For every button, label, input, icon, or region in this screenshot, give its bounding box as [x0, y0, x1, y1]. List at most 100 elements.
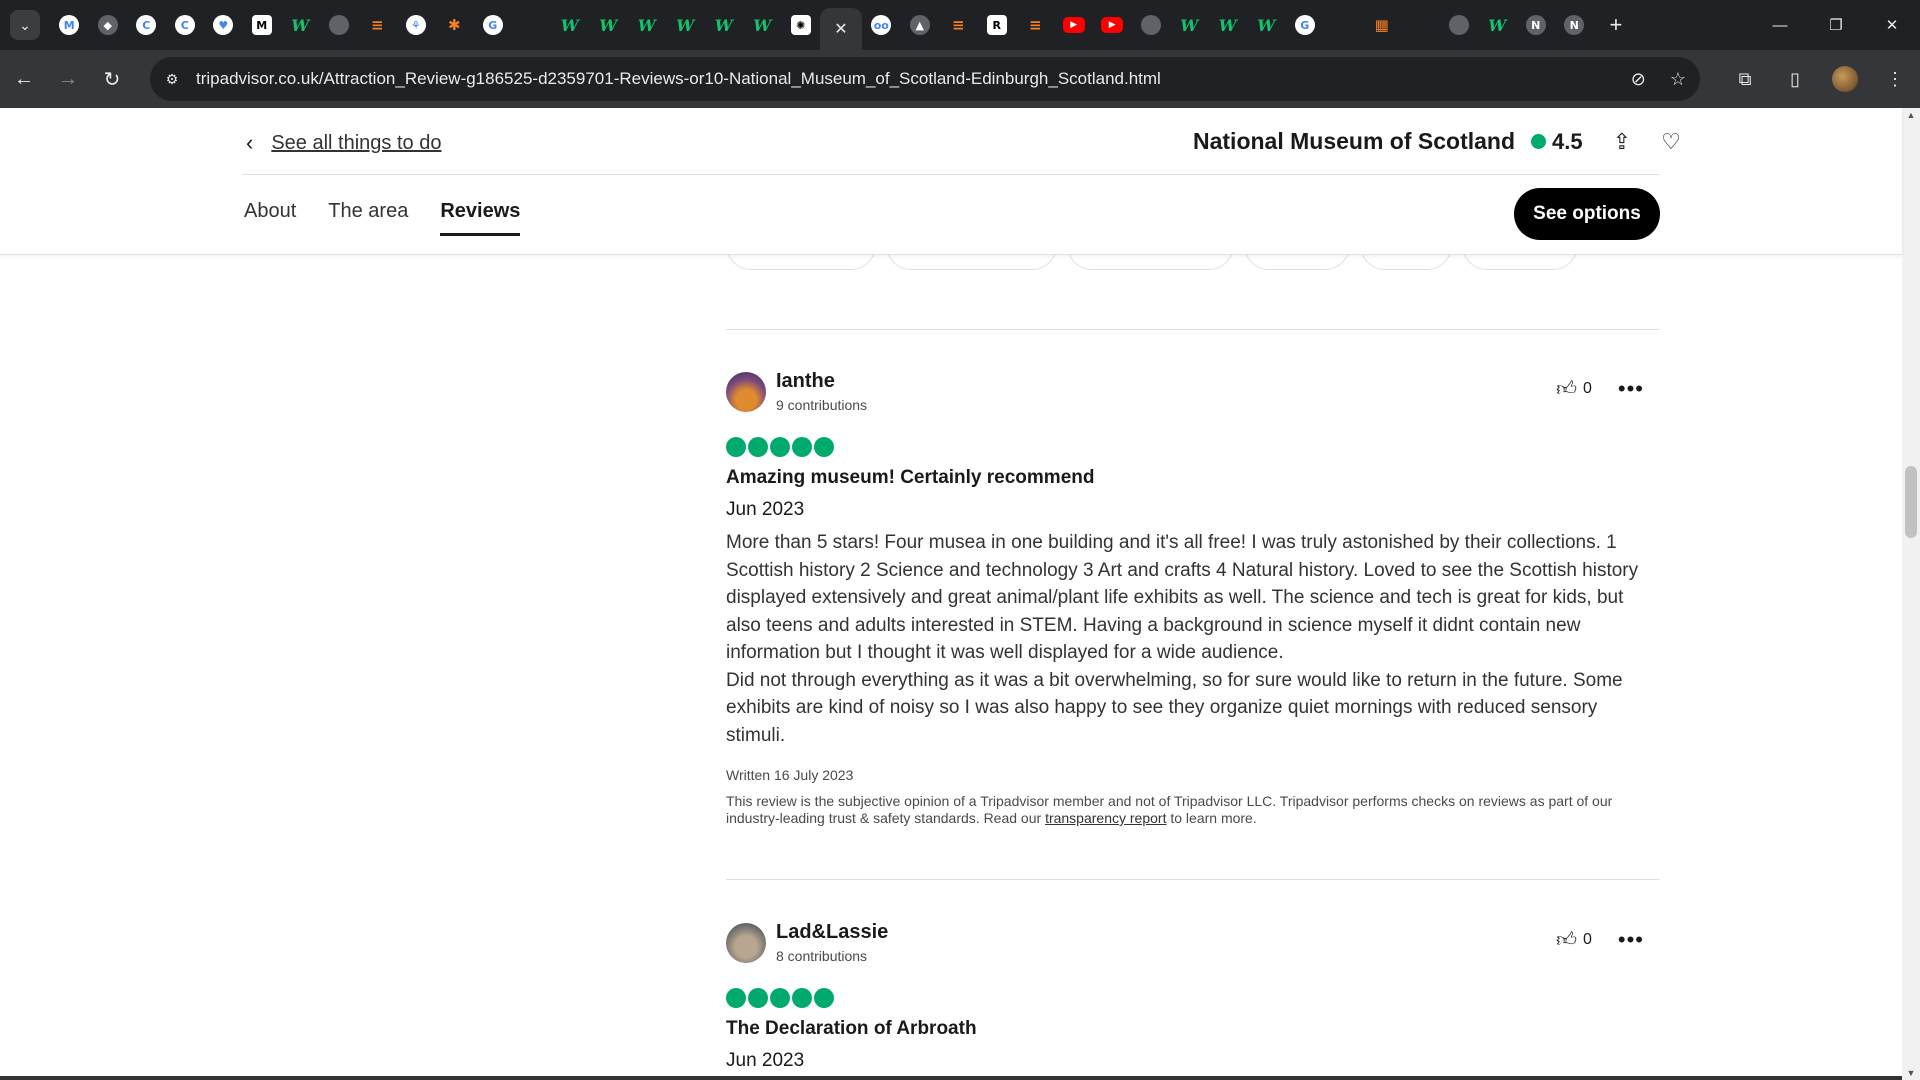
tab-about[interactable]: About [244, 200, 296, 236]
browser-tab[interactable]: R [978, 0, 1017, 50]
browser-tab[interactable]: W [705, 0, 744, 50]
browser-tab[interactable]: W [1209, 0, 1248, 50]
browser-tab[interactable]: ⚘ [397, 0, 436, 50]
m-icon: M [251, 15, 272, 35]
browser-tab[interactable]: ≡ [939, 0, 978, 50]
reviewer: Lad&Lassie 8 contributions [726, 921, 1660, 964]
url-text[interactable]: tripadvisor.co.uk/Attraction_Review-g186… [196, 69, 1161, 89]
browser-tab[interactable]: ♥ [204, 0, 243, 50]
new-tab-button[interactable]: + [1610, 12, 1623, 38]
w-icon: W [714, 15, 733, 35]
w-icon: W [1218, 15, 1237, 35]
rating-bubble-icon [814, 437, 834, 457]
browser-tab[interactable] [320, 0, 359, 50]
stack-icon: ≡ [951, 16, 965, 34]
browser-tab[interactable]: ▦ [1363, 0, 1402, 50]
browser-tab[interactable]: ✺ [782, 0, 821, 50]
scrollbar-thumb[interactable] [1905, 466, 1917, 538]
more-options-icon[interactable]: ••• [1618, 927, 1644, 953]
reviewer-name[interactable]: Lad&Lassie [776, 921, 888, 944]
browser-tab[interactable]: W [1247, 0, 1286, 50]
side-panel-icon[interactable]: ▯ [1770, 69, 1820, 90]
triangle-icon: ▲ [909, 15, 930, 35]
back-button[interactable]: ← [4, 59, 44, 99]
browser-tab[interactable]: N [1555, 0, 1594, 50]
reviewer-name[interactable]: Ianthe [776, 370, 867, 393]
browser-tab[interactable]: C [127, 0, 166, 50]
reload-button[interactable]: ↻ [92, 59, 132, 99]
ring-icon [1333, 15, 1353, 35]
sticky-header: ‹ See all things to do National Museum o… [0, 108, 1902, 255]
see-options-button[interactable]: See options [1514, 188, 1660, 240]
browser-tab-active[interactable]: ✕ [820, 8, 862, 50]
browser-tab[interactable]: ✱ [435, 0, 474, 50]
browser-tab[interactable]: W [1478, 0, 1517, 50]
more-options-icon[interactable]: ••• [1618, 376, 1644, 402]
browser-tab[interactable] [1440, 0, 1479, 50]
bookmark-star-icon[interactable]: ☆ [1670, 69, 1686, 90]
avatar[interactable] [726, 371, 766, 412]
review-title[interactable]: Amazing museum! Certainly recommend [726, 467, 1660, 489]
browser-tab[interactable]: ◆ [89, 0, 128, 50]
browser-tab[interactable]: ▶ [1093, 0, 1132, 50]
browser-tab[interactable] [1401, 0, 1440, 50]
site-info-icon[interactable]: ⚙ [154, 61, 190, 97]
plant-icon: ⚘ [405, 15, 426, 35]
browser-tab[interactable]: M [243, 0, 282, 50]
browser-tab[interactable]: M [50, 0, 89, 50]
w-icon: W [1488, 15, 1507, 35]
back-link-label[interactable]: See all things to do [271, 132, 441, 155]
restore-button[interactable]: ❐ [1808, 16, 1864, 34]
browser-tab[interactable] [512, 0, 551, 50]
minimize-button[interactable]: — [1752, 17, 1808, 34]
browser-tab[interactable]: N [1517, 0, 1556, 50]
helpful-count: 0 [1582, 931, 1592, 948]
scroll-up-icon[interactable]: ▲ [1902, 110, 1920, 120]
browser-tab[interactable]: ▶ [1055, 0, 1094, 50]
browser-tab[interactable]: W [666, 0, 705, 50]
browser-tab[interactable] [1324, 0, 1363, 50]
stack-icon: ≡ [1028, 16, 1042, 34]
browser-tab[interactable]: W [551, 0, 590, 50]
browser-toolbar: ← → ↻ ⚙ tripadvisor.co.uk/Attraction_Rev… [0, 50, 1920, 108]
browser-tab[interactable]: W [589, 0, 628, 50]
tab-search-dropdown[interactable]: ⌄ [10, 10, 40, 40]
w-icon: W [291, 15, 310, 35]
page-tabs: About The area Reviews [244, 200, 521, 236]
thumbs-up-icon[interactable]: 👍︎ [1556, 928, 1577, 952]
browser-tab[interactable]: G [474, 0, 513, 50]
browser-tab[interactable]: ≡ [358, 0, 397, 50]
page-scrollbar[interactable]: ▲ ▼ [1902, 108, 1920, 1080]
thumbs-up-icon[interactable]: 👍︎ [1556, 377, 1577, 401]
browser-tab[interactable] [1132, 0, 1171, 50]
transparency-report-link[interactable]: transparency report [1045, 810, 1166, 826]
menu-kebab-icon[interactable]: ⋮ [1870, 69, 1920, 90]
rating-bubble-icon [792, 988, 812, 1008]
heart-icon[interactable]: ♡ [1661, 129, 1681, 155]
eye-off-icon[interactable]: ⊘ [1631, 69, 1646, 90]
review-title[interactable]: The Declaration of Arbroath [726, 1018, 1660, 1040]
browser-tab[interactable]: ≡ [1016, 0, 1055, 50]
forward-button[interactable]: → [48, 59, 88, 99]
browser-tab[interactable]: G [1286, 0, 1325, 50]
close-window-button[interactable]: ✕ [1864, 16, 1920, 34]
browser-tab[interactable]: W [281, 0, 320, 50]
globe-icon [1448, 15, 1469, 35]
tab-reviews[interactable]: Reviews [440, 200, 521, 236]
profile-avatar[interactable] [1832, 66, 1858, 92]
browser-tab[interactable]: W [743, 0, 782, 50]
browser-tab[interactable]: W [628, 0, 667, 50]
browser-tab[interactable]: C [166, 0, 205, 50]
close-tab-icon[interactable]: ✕ [834, 19, 847, 39]
extensions-icon[interactable]: ⧉ [1720, 69, 1770, 90]
browser-tab[interactable]: W [1170, 0, 1209, 50]
see-all-things-link[interactable]: ‹ See all things to do [246, 130, 441, 156]
browser-tab[interactable]: oo [862, 0, 901, 50]
share-icon[interactable]: ⇪ [1613, 129, 1631, 155]
address-bar[interactable]: ⚙ tripadvisor.co.uk/Attraction_Review-g1… [150, 57, 1700, 101]
browser-tab[interactable]: ▲ [901, 0, 940, 50]
review-date: Jun 2023 [726, 1050, 805, 1071]
tab-the-area[interactable]: The area [328, 200, 408, 236]
avatar[interactable] [726, 922, 766, 963]
scroll-down-icon[interactable]: ▼ [1902, 1068, 1920, 1078]
